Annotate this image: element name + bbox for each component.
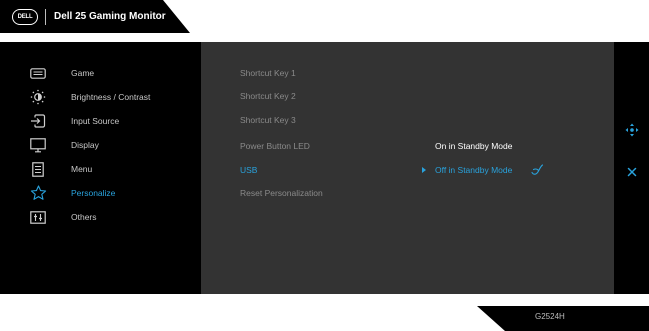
menu-item-label: Personalize xyxy=(71,188,116,198)
game-icon xyxy=(29,65,47,81)
selection-arrow-icon xyxy=(422,167,426,173)
navigation-panel xyxy=(614,42,649,294)
menu-item-label: Display xyxy=(71,140,99,150)
title-divider xyxy=(45,8,46,25)
display-icon xyxy=(29,137,47,153)
menu-item-game[interactable]: Game xyxy=(0,61,201,85)
model-tab: G2524H xyxy=(477,306,649,331)
menu-item-label: Others xyxy=(71,212,97,222)
menu-icon xyxy=(29,161,47,177)
joystick-icon[interactable] xyxy=(625,123,639,137)
shortcut-key-3-item[interactable]: Shortcut Key 3 xyxy=(240,113,296,127)
reset-personalization-item[interactable]: Reset Personalization xyxy=(240,186,323,200)
menu-item-others[interactable]: Others xyxy=(0,205,201,229)
menu-item-personalize[interactable]: Personalize xyxy=(0,181,201,205)
monitor-title: Dell 25 Gaming Monitor xyxy=(54,11,166,22)
osd-panel: Game Brightness / Contrast Input Source … xyxy=(0,42,649,294)
selected-check-icon xyxy=(531,164,543,175)
title-tab: DELL Dell 25 Gaming Monitor xyxy=(0,0,190,33)
close-icon[interactable] xyxy=(625,165,639,179)
on-in-standby-option[interactable]: On in Standby Mode xyxy=(435,139,513,153)
personalize-panel: Shortcut Key 1 Shortcut Key 2 Shortcut K… xyxy=(201,42,614,294)
dell-logo: DELL xyxy=(12,8,38,25)
menu-item-display[interactable]: Display xyxy=(0,133,201,157)
usb-item[interactable]: USB xyxy=(240,163,257,177)
brightness-icon xyxy=(29,89,47,105)
others-icon xyxy=(29,209,47,225)
menu-item-label: Input Source xyxy=(71,116,120,126)
power-button-led-item[interactable]: Power Button LED xyxy=(240,139,310,153)
main-menu: Game Brightness / Contrast Input Source … xyxy=(0,42,201,294)
off-in-standby-option[interactable]: Off in Standby Mode xyxy=(435,163,512,177)
shortcut-key-1-item[interactable]: Shortcut Key 1 xyxy=(240,66,296,80)
menu-item-input-source[interactable]: Input Source xyxy=(0,109,201,133)
menu-item-label: Menu xyxy=(71,164,93,174)
star-icon xyxy=(29,185,47,201)
menu-item-brightness-contrast[interactable]: Brightness / Contrast xyxy=(0,85,201,109)
menu-item-label: Game xyxy=(71,68,95,78)
input-source-icon xyxy=(29,113,47,129)
menu-item-label: Brightness / Contrast xyxy=(71,92,151,102)
dell-logo-text: DELL xyxy=(17,13,33,20)
model-name: G2524H xyxy=(535,312,565,321)
menu-item-menu[interactable]: Menu xyxy=(0,157,201,181)
shortcut-key-2-item[interactable]: Shortcut Key 2 xyxy=(240,89,296,103)
